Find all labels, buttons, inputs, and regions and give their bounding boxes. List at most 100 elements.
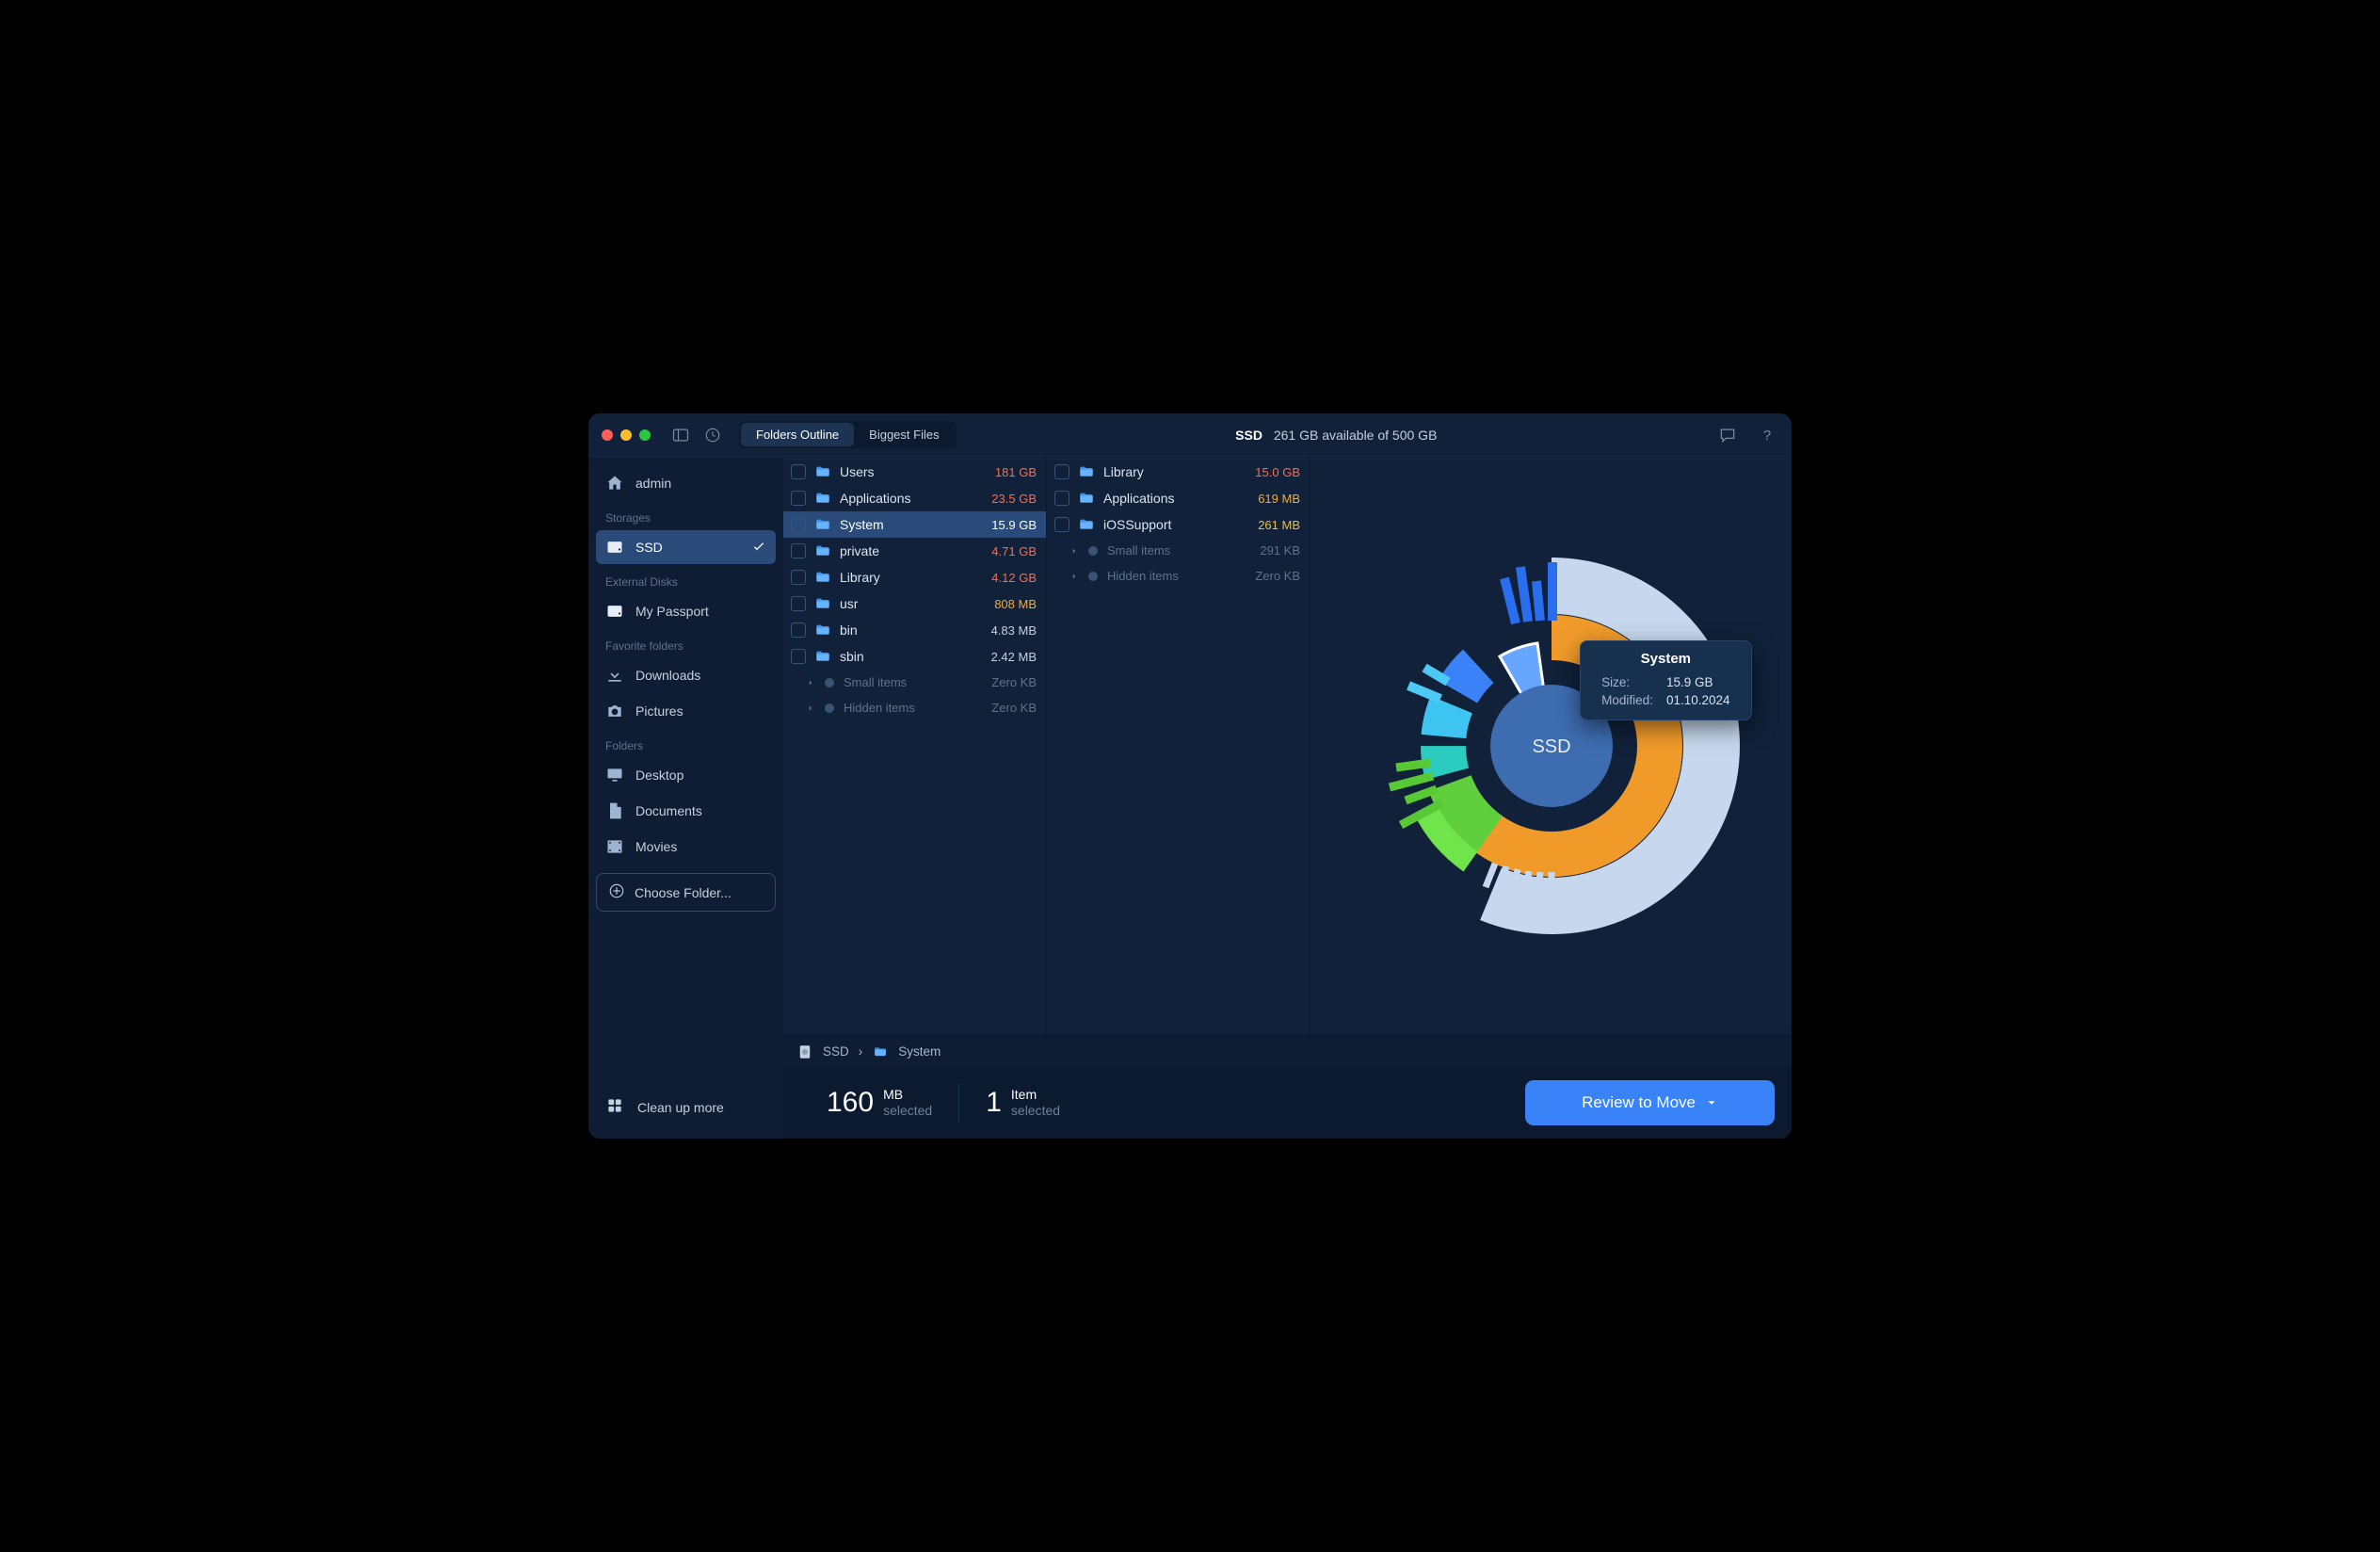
- sidebar-folder-label: Documents: [635, 803, 702, 818]
- chevron-right-icon: [806, 678, 815, 687]
- stat-size-unit: MB: [883, 1087, 932, 1104]
- row-size: 15.0 GB: [1255, 465, 1300, 479]
- sidebar-folder-label: Desktop: [635, 768, 683, 783]
- clean-up-more-label: Clean up more: [637, 1100, 724, 1115]
- row-name: Library: [1103, 464, 1247, 479]
- monitor-icon: [605, 766, 624, 784]
- dot-icon: [825, 703, 834, 713]
- row-size: 181 GB: [995, 465, 1037, 479]
- review-to-move-button[interactable]: Review to Move: [1525, 1080, 1775, 1125]
- meta-row[interactable]: Hidden itemsZero KB: [783, 695, 1046, 720]
- close-window-button[interactable]: [602, 429, 613, 441]
- folder-row[interactable]: iOSSupport261 MB: [1047, 511, 1310, 538]
- row-name: System: [840, 517, 984, 532]
- row-checkbox[interactable]: [1054, 517, 1069, 532]
- column-browser: Users 181 GB Applications23.5 GB System 15.9…: [783, 457, 1792, 1035]
- row-checkbox[interactable]: [791, 649, 806, 664]
- stat-count-sub: selected: [1011, 1103, 1060, 1120]
- folder-row[interactable]: Library 15.0 GB: [1047, 459, 1310, 485]
- row-name: usr: [840, 596, 987, 611]
- meta-row[interactable]: Hidden itemsZero KB: [1047, 563, 1310, 589]
- sidebar-section-storages: Storages: [596, 502, 776, 528]
- folder-row[interactable]: sbin2.42 MB: [783, 643, 1046, 670]
- row-size: 15.9 GB: [991, 518, 1037, 532]
- folder-row[interactable]: System 15.9 GB: [783, 511, 1046, 538]
- meta-name: Small items: [1107, 543, 1250, 558]
- row-name: iOSSupport: [1103, 517, 1250, 532]
- folder-row[interactable]: Library4.12 GB: [783, 564, 1046, 590]
- document-icon: [605, 801, 624, 820]
- tooltip-key: Modified:: [1596, 692, 1659, 708]
- row-checkbox[interactable]: [791, 570, 806, 585]
- history-button[interactable]: [701, 424, 724, 446]
- camera-icon: [605, 702, 624, 720]
- clean-up-more-button[interactable]: Clean up more: [596, 1089, 776, 1125]
- chevron-right-icon: [1069, 572, 1079, 581]
- sidebar-fav-downloads[interactable]: Downloads: [596, 658, 776, 692]
- disk-name: SSD: [1235, 428, 1262, 443]
- titlebar: Folders Outline Biggest Files SSD 261 GB…: [588, 413, 1792, 457]
- folder-icon: [813, 464, 832, 479]
- tab-folders-outline[interactable]: Folders Outline: [741, 423, 854, 446]
- folder-row[interactable]: Applications23.5 GB: [783, 485, 1046, 511]
- minimize-window-button[interactable]: [620, 429, 632, 441]
- tooltip-key: Size:: [1596, 674, 1659, 690]
- folder-row[interactable]: Applications619 MB: [1047, 485, 1310, 511]
- chevron-right-icon: [806, 703, 815, 713]
- row-checkbox[interactable]: [791, 596, 806, 611]
- folder-icon: [1077, 517, 1096, 532]
- sidebar-external-label: My Passport: [635, 604, 709, 619]
- sidebar-folder-movies[interactable]: Movies: [596, 830, 776, 864]
- choose-folder-button[interactable]: Choose Folder...: [596, 873, 776, 912]
- sidebar-folder-documents[interactable]: Documents: [596, 794, 776, 828]
- meta-name: Hidden items: [1107, 569, 1246, 583]
- feedback-button[interactable]: [1716, 424, 1739, 446]
- folder-row[interactable]: bin4.83 MB: [783, 617, 1046, 643]
- meta-row[interactable]: Small items291 KB: [1047, 538, 1310, 563]
- sunburst-chart[interactable]: SSD System Size:15.9 GB Modified:01.10.2…: [1311, 457, 1792, 1035]
- review-button-label: Review to Move: [1582, 1093, 1696, 1112]
- row-size: 808 MB: [994, 597, 1037, 611]
- sidebar-fav-pictures[interactable]: Pictures: [596, 694, 776, 728]
- disk-icon: [605, 602, 624, 621]
- sidebar-user[interactable]: admin: [596, 466, 776, 500]
- row-checkbox[interactable]: [1054, 464, 1069, 479]
- meta-size: Zero KB: [991, 675, 1037, 689]
- row-checkbox[interactable]: [791, 543, 806, 558]
- breadcrumb-leaf[interactable]: System: [898, 1044, 941, 1059]
- meta-row[interactable]: Small itemsZero KB: [783, 670, 1046, 695]
- folder-row[interactable]: Users 181 GB: [783, 459, 1046, 485]
- sidebar-user-label: admin: [635, 476, 671, 491]
- folder-row[interactable]: private4.71 GB: [783, 538, 1046, 564]
- row-name: sbin: [840, 649, 984, 664]
- row-checkbox[interactable]: [1054, 491, 1069, 506]
- sidebar-external-passport[interactable]: My Passport: [596, 594, 776, 628]
- app-window: Folders Outline Biggest Files SSD 261 GB…: [588, 413, 1792, 1139]
- sidebar-section-folders: Folders: [596, 730, 776, 756]
- tab-biggest-files[interactable]: Biggest Files: [854, 423, 954, 446]
- folder-icon: [1077, 491, 1096, 506]
- sidebar-folder-desktop[interactable]: Desktop: [596, 758, 776, 792]
- chevron-down-icon: [1705, 1096, 1718, 1109]
- row-name: private: [840, 543, 984, 558]
- row-checkbox[interactable]: [791, 517, 806, 532]
- hdd-icon: [796, 1043, 813, 1060]
- row-checkbox[interactable]: [791, 622, 806, 638]
- toggle-sidebar-button[interactable]: [669, 424, 692, 446]
- footer: 160 MB selected 1 Item selected Review t…: [783, 1067, 1792, 1139]
- help-button[interactable]: [1756, 424, 1778, 446]
- column-0: Users 181 GB Applications23.5 GB System 15.9…: [783, 457, 1047, 1035]
- folder-row[interactable]: usr 808 MB: [783, 590, 1046, 617]
- row-checkbox[interactable]: [791, 464, 806, 479]
- download-icon: [605, 666, 624, 685]
- stat-size-sub: selected: [883, 1103, 932, 1120]
- sidebar-section-external: External Disks: [596, 566, 776, 592]
- row-name: Users: [840, 464, 988, 479]
- row-checkbox[interactable]: [791, 491, 806, 506]
- zoom-window-button[interactable]: [639, 429, 651, 441]
- traffic-lights: [602, 429, 651, 441]
- row-name: Applications: [1103, 491, 1250, 506]
- sidebar-storage-ssd[interactable]: SSD: [596, 530, 776, 564]
- breadcrumb-root[interactable]: SSD: [823, 1044, 849, 1059]
- grid-icon: [605, 1096, 624, 1118]
